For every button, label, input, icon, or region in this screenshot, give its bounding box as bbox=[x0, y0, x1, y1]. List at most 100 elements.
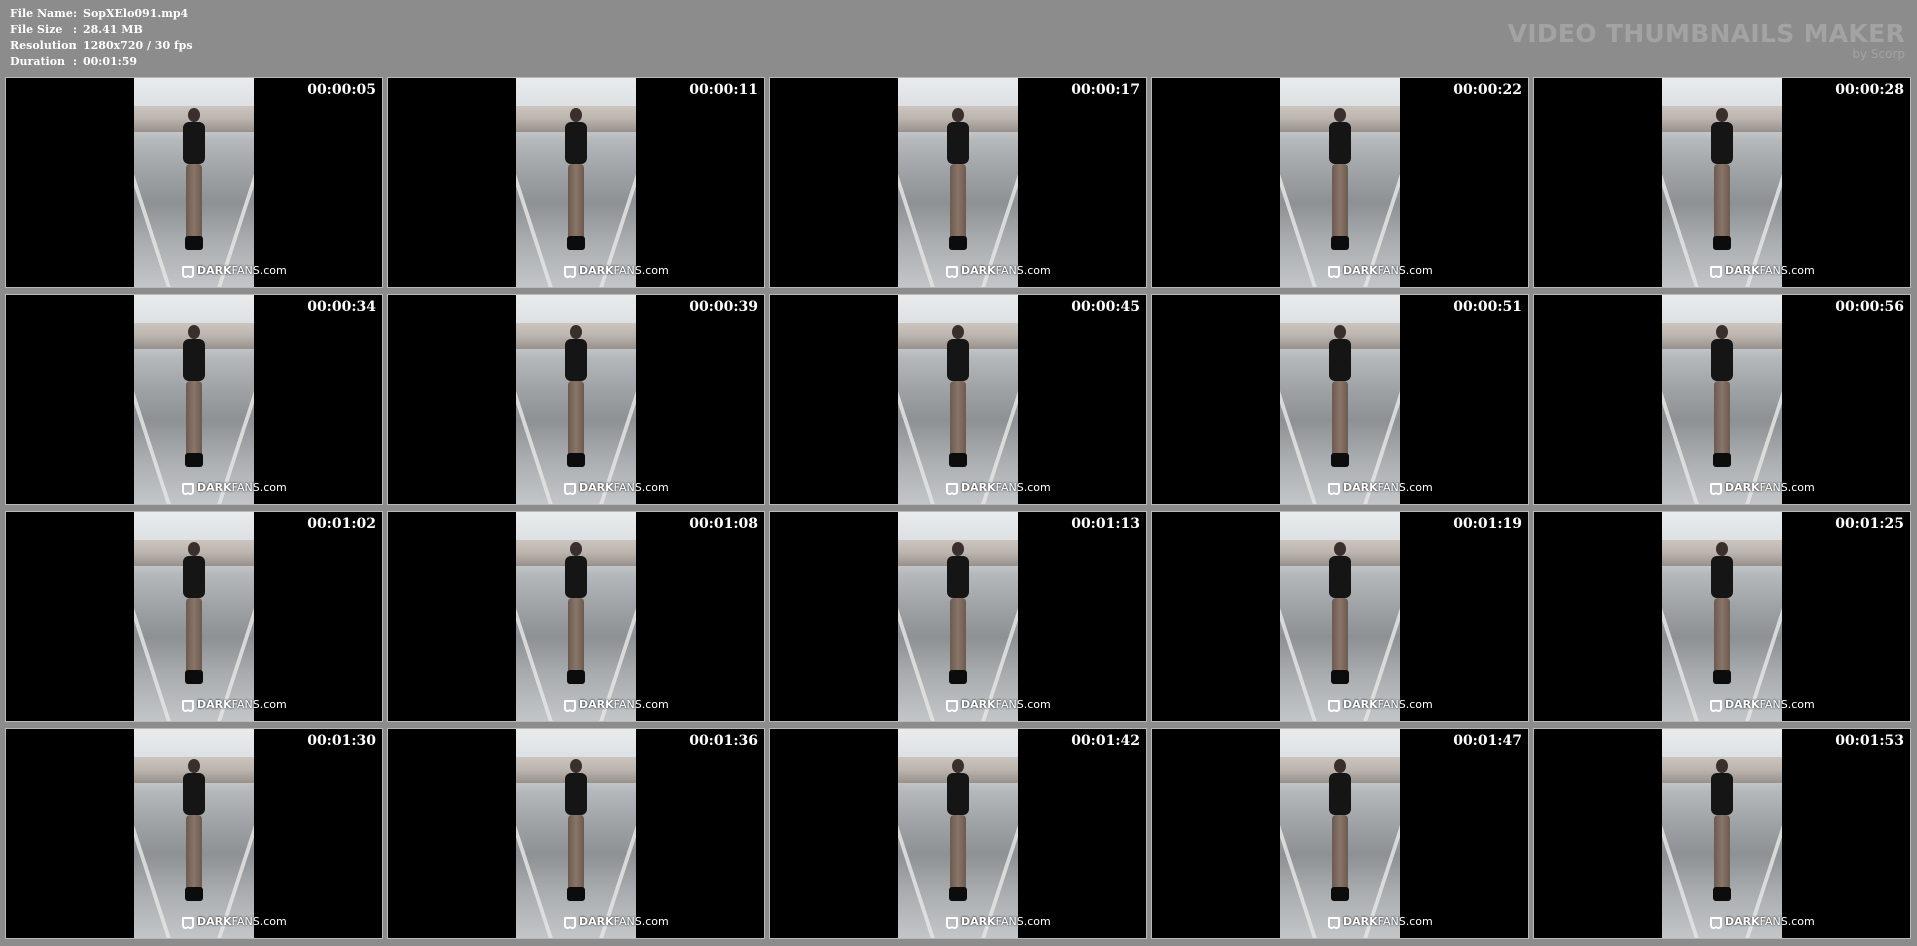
figure-torso bbox=[1329, 773, 1351, 815]
figure-legs bbox=[568, 598, 584, 680]
video-thumbnail: 00:01:36 DARK FANS.com bbox=[387, 728, 765, 939]
header: File Name : SopXElo091.mp4 File Size : 2… bbox=[0, 0, 1917, 74]
figure-head bbox=[188, 325, 200, 339]
duration-value: 00:01:59 bbox=[83, 55, 138, 68]
figure-head bbox=[952, 759, 964, 773]
timestamp: 00:01:42 bbox=[1071, 733, 1140, 749]
figure-legs bbox=[1714, 815, 1730, 897]
watermark-logo-icon bbox=[564, 265, 576, 278]
figure-legs bbox=[1714, 598, 1730, 680]
duration-row: Duration : 00:01:59 bbox=[10, 54, 193, 70]
watermark: DARK FANS.com bbox=[1710, 698, 1815, 712]
person-figure bbox=[181, 542, 207, 692]
railing-left bbox=[898, 798, 935, 938]
railing-left bbox=[134, 147, 171, 287]
video-thumbnail: 00:00:17 DARK FANS.com bbox=[769, 77, 1147, 288]
file-name-value: SopXElo091.mp4 bbox=[83, 7, 189, 20]
figure-head bbox=[952, 108, 964, 122]
watermark-logo-icon bbox=[182, 699, 194, 712]
video-frame-image bbox=[516, 78, 636, 287]
railing-left bbox=[1662, 798, 1699, 938]
timestamp: 00:01:13 bbox=[1071, 516, 1140, 532]
figure-torso bbox=[183, 773, 205, 815]
video-frame-image bbox=[1662, 729, 1782, 938]
figure-torso bbox=[1711, 556, 1733, 598]
timestamp: 00:00:51 bbox=[1453, 299, 1522, 315]
watermark-rest: FANS.com bbox=[1759, 481, 1815, 494]
file-name-label: File Name bbox=[10, 7, 73, 20]
figure-torso bbox=[565, 773, 587, 815]
watermark-logo-icon bbox=[182, 265, 194, 278]
timestamp: 00:00:39 bbox=[689, 299, 758, 315]
watermark-bold: DARK bbox=[197, 698, 232, 711]
watermark-rest: FANS.com bbox=[995, 915, 1051, 928]
watermark-bold: DARK bbox=[1343, 915, 1378, 928]
video-thumbnail: 00:00:34 DARK FANS.com bbox=[5, 294, 383, 505]
railing-left bbox=[134, 364, 171, 504]
video-thumbnail: 00:01:30 DARK FANS.com bbox=[5, 728, 383, 939]
figure-head bbox=[1334, 759, 1346, 773]
figure-legs bbox=[1332, 815, 1348, 897]
timestamp: 00:00:45 bbox=[1071, 299, 1140, 315]
timestamp: 00:00:28 bbox=[1835, 82, 1904, 98]
person-figure bbox=[945, 108, 971, 258]
video-thumbnail: 00:00:56 DARK FANS.com bbox=[1533, 294, 1911, 505]
video-thumbnail: 00:00:05 DARK FANS.com bbox=[5, 77, 383, 288]
figure-torso bbox=[1711, 773, 1733, 815]
figure-torso bbox=[1711, 339, 1733, 381]
railing-left bbox=[1280, 798, 1317, 938]
figure-head bbox=[1716, 108, 1728, 122]
figure-torso bbox=[183, 122, 205, 164]
watermark-bold: DARK bbox=[197, 264, 232, 277]
timestamp: 00:00:17 bbox=[1071, 82, 1140, 98]
figure-head bbox=[570, 542, 582, 556]
video-thumbnail: 00:01:25 DARK FANS.com bbox=[1533, 511, 1911, 722]
railing-left bbox=[1280, 364, 1317, 504]
watermark: DARK FANS.com bbox=[1328, 698, 1433, 712]
watermark-rest: FANS.com bbox=[613, 264, 669, 277]
figure-torso bbox=[183, 556, 205, 598]
person-figure bbox=[945, 759, 971, 909]
figure-boots bbox=[1713, 887, 1731, 901]
figure-head bbox=[1334, 325, 1346, 339]
timestamp: 00:01:30 bbox=[307, 733, 376, 749]
watermark: DARK FANS.com bbox=[1710, 481, 1815, 495]
watermark-logo-icon bbox=[1710, 699, 1722, 712]
figure-legs bbox=[1332, 164, 1348, 246]
video-frame-image bbox=[1280, 729, 1400, 938]
figure-boots bbox=[567, 453, 585, 467]
watermark-logo-icon bbox=[946, 482, 958, 495]
figure-torso bbox=[1329, 339, 1351, 381]
figure-torso bbox=[565, 339, 587, 381]
figure-boots bbox=[567, 236, 585, 250]
video-frame-image bbox=[1280, 295, 1400, 504]
railing-left bbox=[1280, 147, 1317, 287]
watermark-bold: DARK bbox=[197, 915, 232, 928]
watermark-bold: DARK bbox=[1343, 698, 1378, 711]
watermark-rest: FANS.com bbox=[1759, 698, 1815, 711]
person-figure bbox=[563, 108, 589, 258]
watermark: DARK FANS.com bbox=[1328, 915, 1433, 929]
timestamp: 00:00:11 bbox=[689, 82, 758, 98]
video-thumbnail: 00:01:02 DARK FANS.com bbox=[5, 511, 383, 722]
figure-legs bbox=[950, 598, 966, 680]
timestamp: 00:00:22 bbox=[1453, 82, 1522, 98]
figure-torso bbox=[1329, 556, 1351, 598]
person-figure bbox=[181, 108, 207, 258]
watermark-bold: DARK bbox=[1725, 264, 1760, 277]
watermark-rest: FANS.com bbox=[231, 915, 287, 928]
railing-left bbox=[1280, 581, 1317, 721]
railing-left bbox=[898, 364, 935, 504]
person-figure bbox=[1327, 108, 1353, 258]
figure-head bbox=[570, 759, 582, 773]
brand-logo: VIDEO THUMBNAILS MAKER by Scorp bbox=[1508, 20, 1905, 61]
video-frame-image bbox=[898, 512, 1018, 721]
watermark-rest: FANS.com bbox=[1377, 915, 1433, 928]
watermark-bold: DARK bbox=[579, 915, 614, 928]
watermark: DARK FANS.com bbox=[1710, 915, 1815, 929]
video-frame-image bbox=[134, 729, 254, 938]
watermark-bold: DARK bbox=[961, 481, 996, 494]
figure-boots bbox=[185, 670, 203, 684]
video-frame-image bbox=[134, 78, 254, 287]
watermark-rest: FANS.com bbox=[995, 481, 1051, 494]
